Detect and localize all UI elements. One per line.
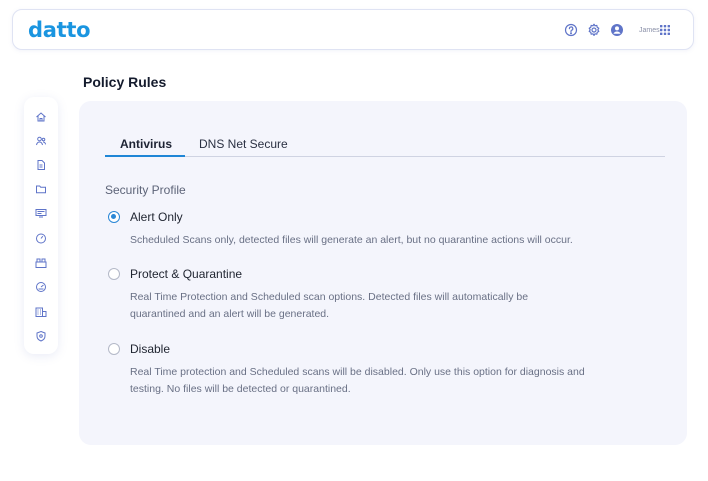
tabs-divider <box>105 156 665 157</box>
option-disable-label[interactable]: Disable <box>130 342 170 356</box>
tab-antivirus[interactable]: Antivirus <box>120 137 172 151</box>
gauge-icon[interactable] <box>35 232 47 244</box>
user-avatar-icon[interactable] <box>610 23 624 37</box>
dashboard-icon[interactable] <box>35 281 47 293</box>
security-profile-label: Security Profile <box>105 183 186 197</box>
policy-card: Antivirus DNS Net Secure Security Profil… <box>79 101 687 445</box>
tab-dns-net-secure[interactable]: DNS Net Secure <box>199 137 288 151</box>
active-tab-indicator <box>105 155 185 157</box>
option-disable-description: Real Time protection and Scheduled scans… <box>130 366 585 395</box>
users-icon[interactable] <box>35 135 47 147</box>
option-alert-only-label[interactable]: Alert Only <box>130 210 183 224</box>
option-protect-quarantine-description: Real Time Protection and Scheduled scan … <box>130 291 529 320</box>
radio-disable[interactable] <box>108 343 120 355</box>
left-sidebar <box>24 97 58 354</box>
radio-alert-only[interactable] <box>108 211 120 223</box>
app-grid-icon[interactable] <box>658 23 672 37</box>
help-circle-icon[interactable] <box>564 23 578 37</box>
radio-protect-quarantine[interactable] <box>108 268 120 280</box>
document-icon[interactable] <box>35 159 47 171</box>
page-title: Policy Rules <box>83 74 167 90</box>
building-icon[interactable] <box>35 306 47 318</box>
home-icon[interactable] <box>35 111 47 123</box>
top-header: datto James <box>12 9 694 50</box>
datto-logo[interactable]: datto <box>28 18 91 42</box>
option-alert-only-description: Scheduled Scans only, detected files wil… <box>130 234 573 246</box>
option-protect-quarantine-label[interactable]: Protect & Quarantine <box>130 267 242 281</box>
folder-icon[interactable] <box>35 183 47 195</box>
shield-icon[interactable] <box>35 330 47 342</box>
monitor-icon[interactable] <box>35 207 47 219</box>
gear-icon[interactable] <box>587 23 601 37</box>
user-name[interactable]: James <box>639 27 660 34</box>
devices-icon[interactable] <box>35 257 47 269</box>
